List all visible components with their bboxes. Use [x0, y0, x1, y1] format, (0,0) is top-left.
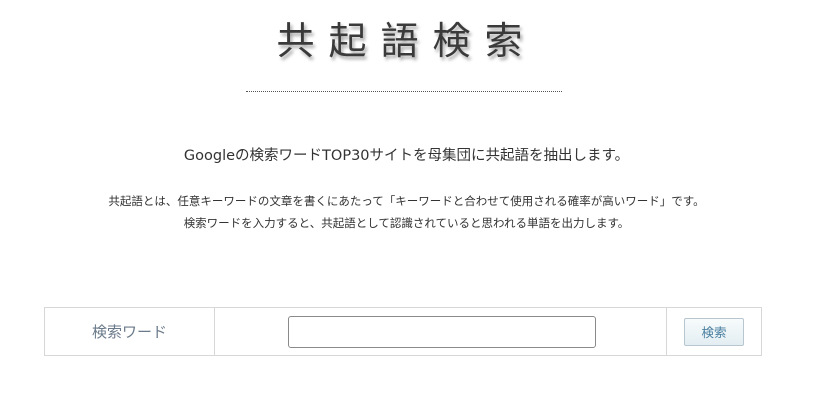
search-button[interactable]: 検索: [684, 317, 744, 346]
search-button-cell: 検索: [667, 308, 761, 355]
intro-lead-text: Googleの検索ワードTOP30サイトを母集団に共起語を抽出します。: [183, 148, 630, 164]
logo-divider: [246, 91, 562, 92]
search-label: 検索ワード: [45, 308, 215, 355]
search-input-cell: [215, 308, 667, 355]
intro-description-line1: 共起語とは、任意キーワードの文章を書くにあたって「キーワードと合わせて使用される…: [108, 194, 705, 208]
search-input[interactable]: [287, 315, 596, 348]
site-logo: 共起語検索: [276, 19, 537, 63]
search-form: 検索ワード 検索: [44, 307, 762, 356]
intro-description-line2: 検索ワードを入力すると、共起語として認識されていると思われる単語を出力します。: [183, 216, 630, 230]
